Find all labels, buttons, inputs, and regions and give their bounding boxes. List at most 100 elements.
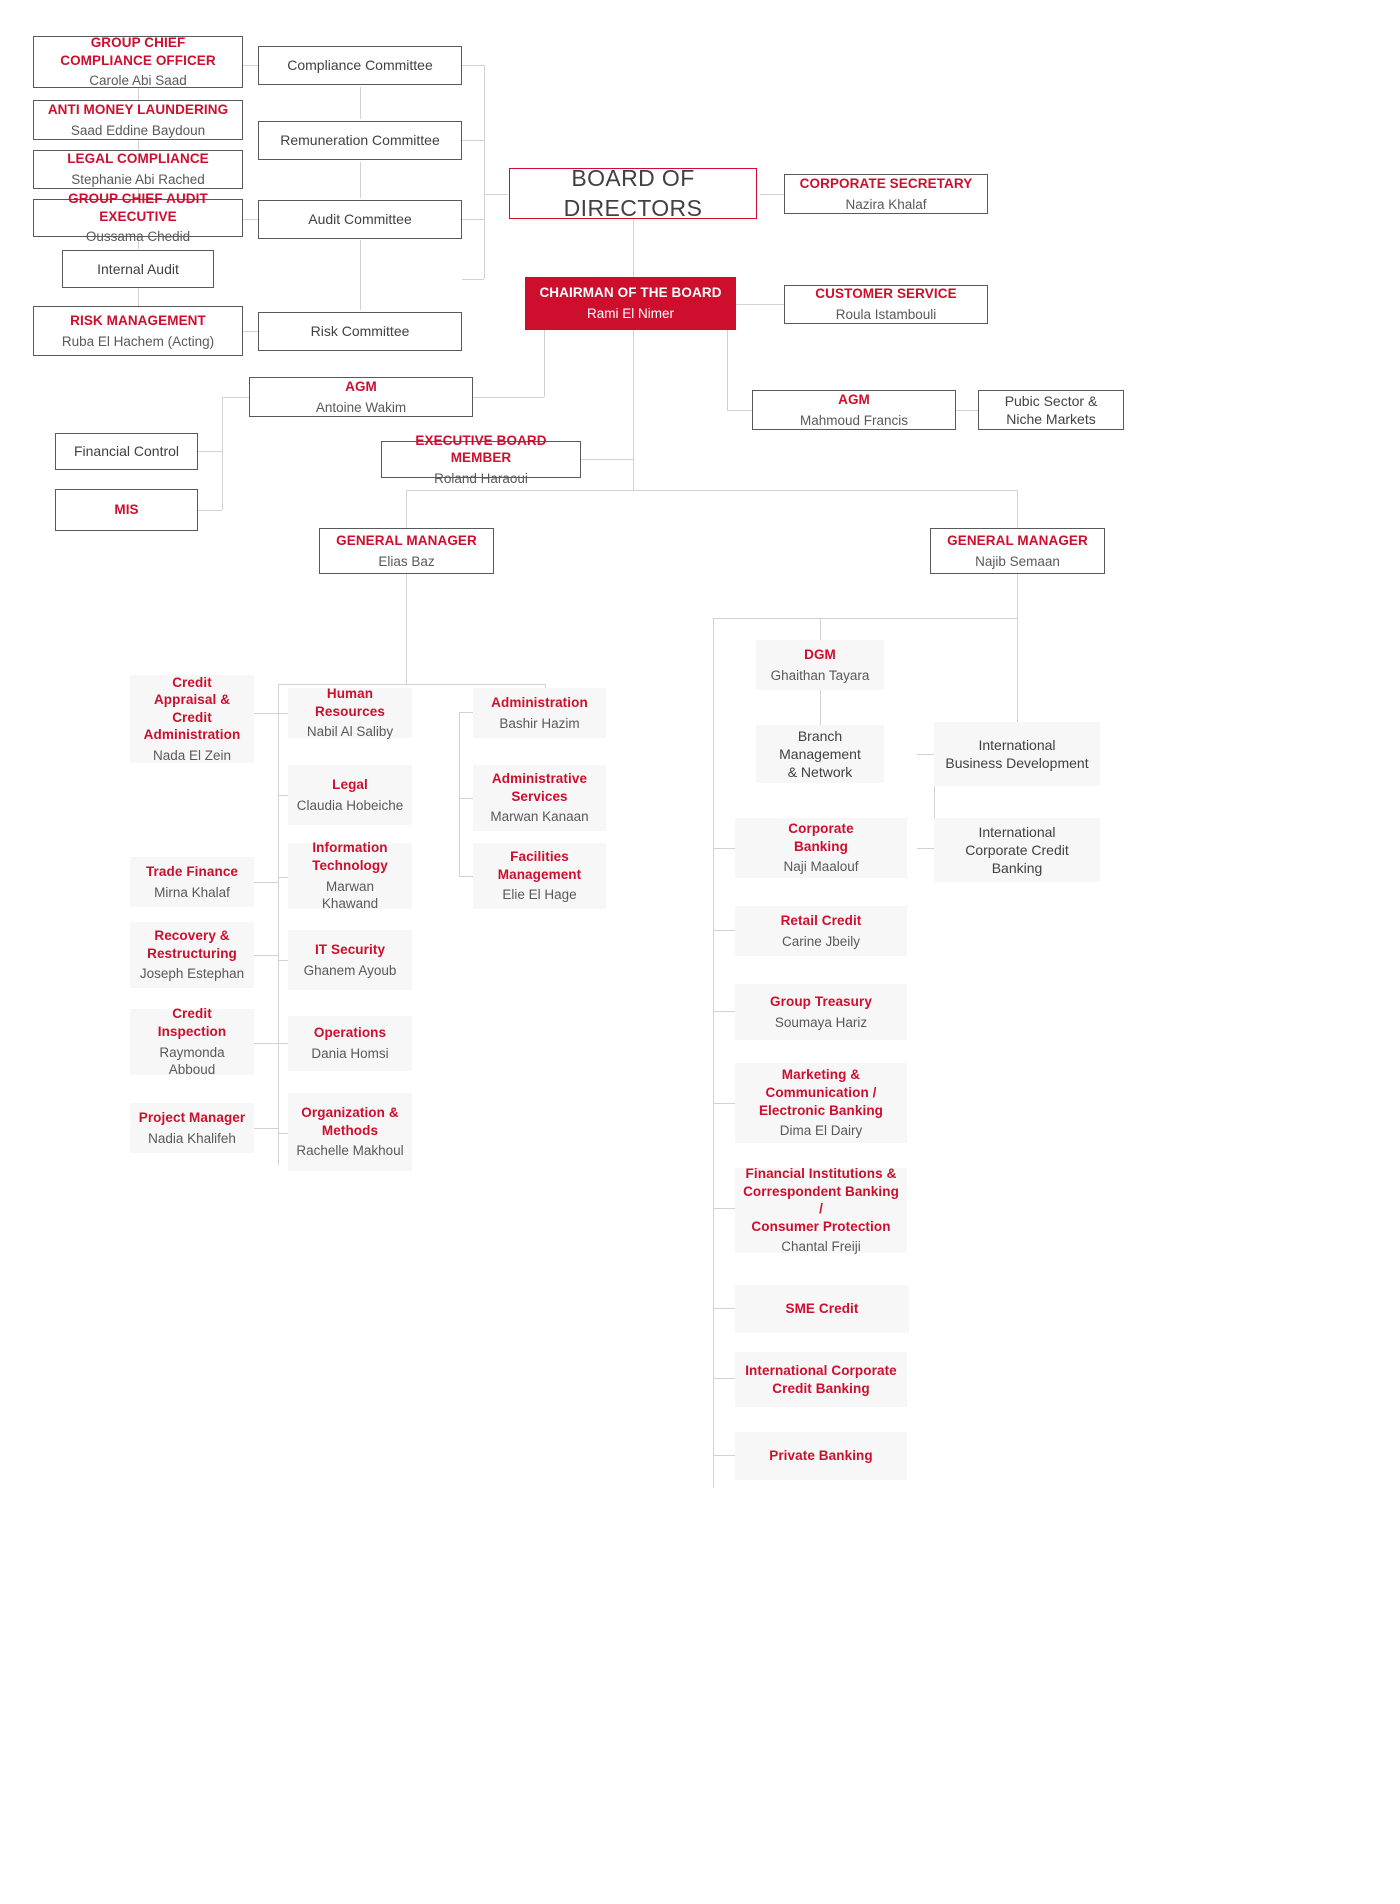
node-person: Joseph Estephan xyxy=(139,966,245,982)
node-recovery-restructuring[interactable]: Recovery & Restructuring Joseph Estephan xyxy=(130,922,254,988)
node-international-corporate-credit-banking[interactable]: International Corporate Credit Banking xyxy=(934,818,1100,882)
node-agm-mahmoud-francis[interactable]: AGM Mahmoud Francis xyxy=(752,390,956,430)
node-administration[interactable]: Administration Bashir Hazim xyxy=(473,688,606,738)
node-title: ANTI MONEY LAUNDERING xyxy=(47,101,229,117)
connector xyxy=(360,87,361,119)
node-person: Raymonda Abboud xyxy=(159,1044,225,1078)
node-project-manager[interactable]: Project Manager Nadia Khalifeh xyxy=(130,1103,254,1153)
node-facilities-management[interactable]: Facilities Management Elie El Hage xyxy=(473,843,606,909)
node-public-sector-niche-markets[interactable]: Pubic Sector & Niche Markets xyxy=(978,390,1124,430)
node-sme-credit[interactable]: SME Credit xyxy=(735,1285,909,1333)
node-remuneration-committee[interactable]: Remuneration Committee xyxy=(258,121,462,160)
node-information-technology[interactable]: Information Technology Marwan Khawand xyxy=(288,840,412,911)
connector xyxy=(633,219,634,277)
connector xyxy=(917,754,934,755)
connector xyxy=(581,459,633,460)
node-title: Risk Committee xyxy=(310,323,410,340)
node-person: Rachelle Makhoul xyxy=(296,1143,404,1159)
node-administrative-services[interactable]: Administrative Services Marwan Kanaan xyxy=(473,765,606,831)
node-title: GENERAL MANAGER xyxy=(947,532,1088,548)
connector xyxy=(278,713,288,714)
node-organization-methods[interactable]: Organization & Methods Rachelle Makhoul xyxy=(288,1093,412,1171)
node-audit-committee[interactable]: Audit Committee xyxy=(258,200,462,239)
node-title: Financial Institutions & Correspondent B… xyxy=(743,1166,899,1234)
node-corporate-banking[interactable]: Corporate Banking Naji Maalouf xyxy=(735,818,907,878)
node-marketing-communication-electronic-banking[interactable]: Marketing & Communication / Electronic B… xyxy=(735,1063,907,1143)
node-it-security[interactable]: IT Security Ghanem Ayoub xyxy=(288,930,412,990)
node-legal[interactable]: Legal Claudia Hobeiche xyxy=(288,765,412,825)
node-title: Credit Inspection xyxy=(157,1006,227,1039)
node-human-resources[interactable]: Human Resources Nabil Al Saliby xyxy=(288,686,412,739)
node-board-of-directors[interactable]: BOARD OF DIRECTORS xyxy=(509,165,757,221)
node-title: IT Security xyxy=(314,941,386,957)
node-financial-control[interactable]: Financial Control xyxy=(55,433,198,470)
connector xyxy=(278,1133,288,1134)
node-title: Pubic Sector & Niche Markets xyxy=(1004,392,1098,427)
connector xyxy=(713,930,735,931)
node-general-manager-najib-semaan[interactable]: GENERAL MANAGER Najib Semaan xyxy=(930,528,1105,574)
node-risk-management[interactable]: RISK MANAGEMENT Ruba El Hachem (Acting) xyxy=(33,306,243,356)
node-financial-institutions-correspondent-banking[interactable]: Financial Institutions & Correspondent B… xyxy=(735,1166,907,1254)
node-title: CORPORATE SECRETARY xyxy=(799,175,973,191)
node-title: International Business Development xyxy=(945,736,1089,771)
node-corporate-secretary[interactable]: CORPORATE SECRETARY Nazira Khalaf xyxy=(784,174,988,214)
node-group-chief-compliance-officer[interactable]: GROUP CHIEF COMPLIANCE OFFICER Carole Ab… xyxy=(33,35,243,88)
node-mis[interactable]: MIS xyxy=(55,489,198,531)
node-person: Roula Istambouli xyxy=(835,307,937,322)
node-trade-finance[interactable]: Trade Finance Mirna Khalaf xyxy=(130,857,254,907)
node-chairman-of-the-board[interactable]: CHAIRMAN OF THE BOARD Rami El Nimer xyxy=(525,277,736,330)
node-title: EXECUTIVE BOARD MEMBER xyxy=(415,432,547,466)
node-person: Claudia Hobeiche xyxy=(296,797,404,813)
node-person: Soumaya Hariz xyxy=(774,1014,868,1030)
node-title: Administration xyxy=(491,694,588,710)
connector xyxy=(484,194,508,195)
node-anti-money-laundering[interactable]: ANTI MONEY LAUNDERING Saad Eddine Baydou… xyxy=(33,100,243,140)
node-legal-compliance[interactable]: LEGAL COMPLIANCE Stephanie Abi Rached xyxy=(33,150,243,189)
connector xyxy=(459,712,460,877)
node-person: Marwan Kanaan xyxy=(490,809,589,825)
connector xyxy=(278,795,288,796)
connector xyxy=(459,798,473,799)
connector xyxy=(406,490,1017,491)
node-dgm[interactable]: DGM Ghaithan Tayara xyxy=(756,640,884,690)
node-person: Elie El Hage xyxy=(502,887,577,903)
node-customer-service[interactable]: CUSTOMER SERVICE Roula Istambouli xyxy=(784,285,988,324)
node-group-treasury[interactable]: Group Treasury Soumaya Hariz xyxy=(735,984,907,1040)
connector xyxy=(484,65,485,279)
node-branch-management-network[interactable]: Branch Management & Network xyxy=(756,725,884,783)
node-title: LEGAL COMPLIANCE xyxy=(67,151,209,167)
node-credit-appraisal-administration[interactable]: Credit Appraisal & Credit Administration… xyxy=(130,675,254,763)
node-title: RISK MANAGEMENT xyxy=(70,312,206,328)
node-title: Marketing & Communication / Electronic B… xyxy=(758,1067,884,1118)
node-risk-committee[interactable]: Risk Committee xyxy=(258,312,462,351)
node-group-chief-audit-executive[interactable]: GROUP CHIEF AUDIT EXECUTIVE Oussama Ched… xyxy=(33,191,243,244)
node-internal-audit[interactable]: Internal Audit xyxy=(62,250,214,288)
node-international-corporate-credit-banking-right[interactable]: International Corporate Credit Banking xyxy=(735,1352,907,1407)
connector xyxy=(360,162,361,198)
node-international-business-development[interactable]: International Business Development xyxy=(934,722,1100,786)
node-private-banking[interactable]: Private Banking xyxy=(735,1432,907,1480)
node-agm-antoine-wakim[interactable]: AGM Antoine Wakim xyxy=(249,377,473,417)
connector xyxy=(713,1011,735,1012)
node-person: Bashir Hazim xyxy=(499,715,580,731)
node-person: Ghanem Ayoub xyxy=(303,962,397,978)
node-retail-credit[interactable]: Retail Credit Carine Jbeily xyxy=(735,906,907,956)
node-person: Nada El Zein xyxy=(152,747,232,763)
node-title: International Corporate Credit Banking xyxy=(965,823,1069,877)
connector xyxy=(820,618,821,640)
node-title: Financial Control xyxy=(73,443,180,460)
node-executive-board-member[interactable]: EXECUTIVE BOARD MEMBER Roland Haraoui xyxy=(381,433,581,486)
node-person: Oussama Chedid xyxy=(85,229,191,245)
node-general-manager-elias-baz[interactable]: GENERAL MANAGER Elias Baz xyxy=(319,528,494,574)
node-operations[interactable]: Operations Dania Homsi xyxy=(288,1016,412,1071)
connector xyxy=(462,65,484,66)
connector xyxy=(462,140,484,141)
connector xyxy=(197,451,222,452)
node-person: Rami El Nimer xyxy=(586,306,674,321)
connector xyxy=(713,1455,735,1456)
node-credit-inspection[interactable]: Credit Inspection Raymonda Abboud xyxy=(130,1006,254,1077)
node-person: Ruba El Hachem (Acting) xyxy=(61,333,215,349)
node-person: Antoine Wakim xyxy=(315,399,407,415)
node-compliance-committee[interactable]: Compliance Committee xyxy=(258,46,462,85)
connector xyxy=(254,955,278,956)
